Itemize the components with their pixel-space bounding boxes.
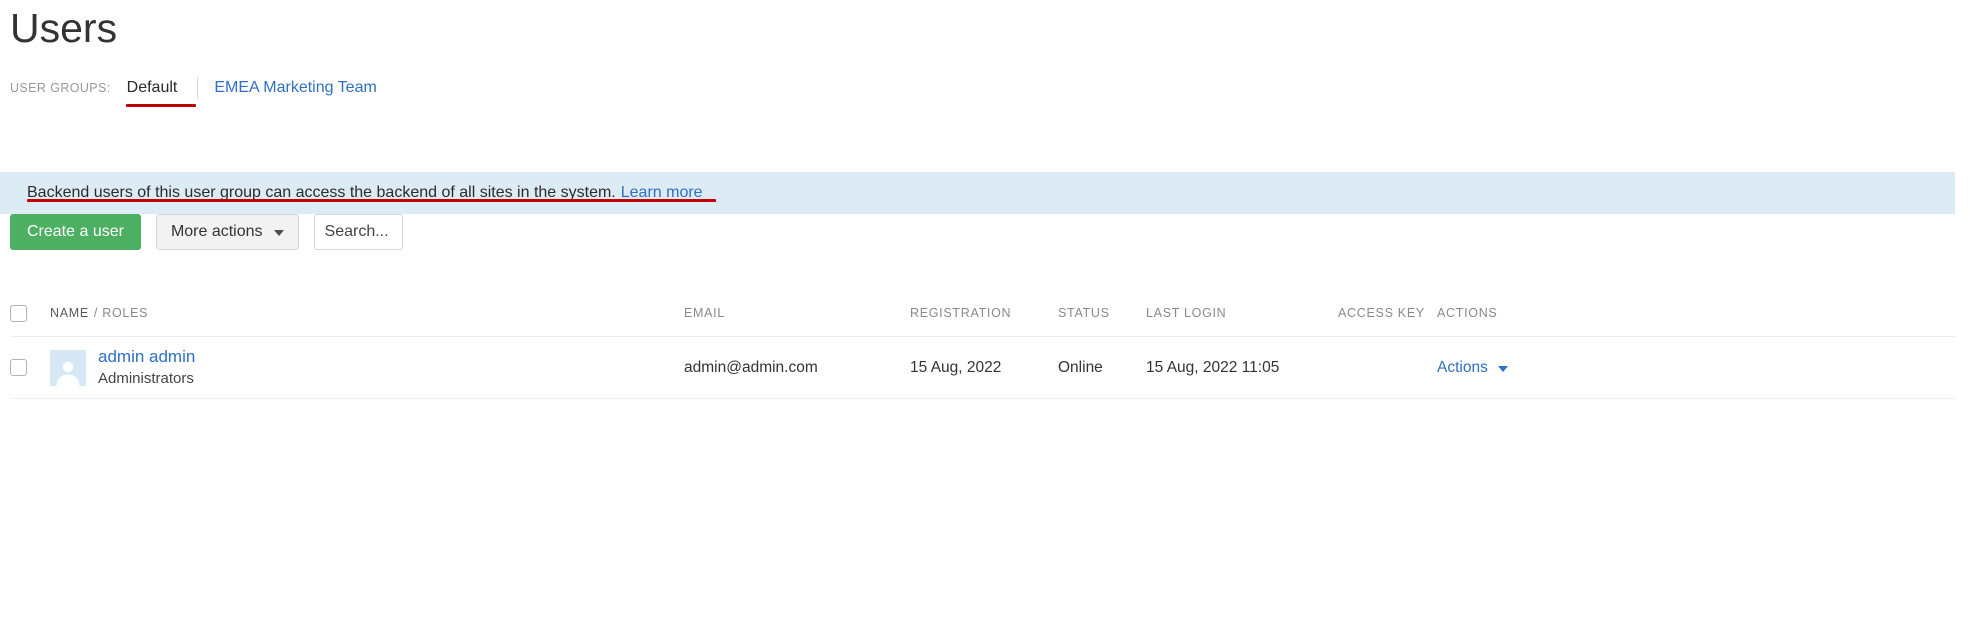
select-all-cell: [10, 304, 50, 322]
table-row: admin admin Administrators admin@admin.c…: [10, 337, 1955, 399]
users-table: NAME / ROLES EMAIL REGISTRATION STATUS L…: [10, 290, 1955, 399]
toolbar: Create a user More actions: [10, 214, 403, 250]
column-header-registration[interactable]: REGISTRATION: [910, 306, 1058, 320]
table-header-row: NAME / ROLES EMAIL REGISTRATION STATUS L…: [10, 290, 1955, 337]
select-all-checkbox[interactable]: [10, 304, 27, 322]
column-header-name-label: NAME: [50, 306, 89, 320]
annotation-underline-default-tab: [126, 104, 196, 107]
learn-more-link[interactable]: Learn more: [621, 184, 703, 202]
create-a-user-button[interactable]: Create a user: [10, 214, 141, 250]
user-email-cell: admin@admin.com: [684, 358, 818, 376]
column-header-access-key[interactable]: ACCESS KEY: [1338, 306, 1437, 320]
user-last-login-cell: 15 Aug, 2022 11:05: [1146, 358, 1280, 376]
user-registration-cell: 15 Aug, 2022: [910, 358, 1002, 376]
user-group-tab-default[interactable]: Default: [123, 79, 182, 97]
user-role-label: Administrators: [98, 370, 194, 387]
row-actions-button[interactable]: Actions: [1437, 359, 1508, 377]
row-actions-label: Actions: [1437, 358, 1488, 376]
column-header-roles-label: / ROLES: [93, 306, 149, 320]
column-header-last-login[interactable]: LAST LOGIN: [1146, 306, 1338, 320]
user-name-cell: admin admin Administrators: [50, 346, 684, 389]
user-name-link[interactable]: admin admin: [98, 346, 195, 367]
avatar: [50, 349, 86, 386]
search-input[interactable]: [313, 214, 403, 250]
info-banner: Backend users of this user group can acc…: [0, 172, 1955, 214]
column-header-actions: ACTIONS: [1437, 306, 1498, 320]
column-header-email[interactable]: EMAIL: [684, 306, 910, 320]
user-status-cell: Online: [1058, 358, 1103, 376]
user-identity: admin admin Administrators: [98, 346, 195, 389]
user-groups-divider: [197, 77, 199, 99]
column-header-status[interactable]: STATUS: [1058, 306, 1146, 320]
row-select-cell: [10, 359, 50, 376]
info-banner-text: Backend users of this user group can acc…: [27, 184, 616, 201]
user-groups-bar: USER GROUPS: Default EMEA Marketing Team: [10, 76, 377, 100]
more-actions-button[interactable]: More actions: [155, 214, 299, 250]
chevron-down-icon: [273, 230, 284, 236]
user-group-tab-emea-marketing-team[interactable]: EMEA Marketing Team: [214, 79, 376, 97]
page-title: Users: [10, 5, 118, 51]
row-select-checkbox[interactable]: [10, 359, 27, 376]
more-actions-label: More actions: [170, 223, 263, 240]
user-groups-label: USER GROUPS:: [10, 81, 111, 95]
chevron-down-icon: [1497, 365, 1508, 372]
user-actions-cell: Actions: [1437, 359, 1537, 377]
column-header-name-roles[interactable]: NAME / ROLES: [50, 306, 684, 320]
